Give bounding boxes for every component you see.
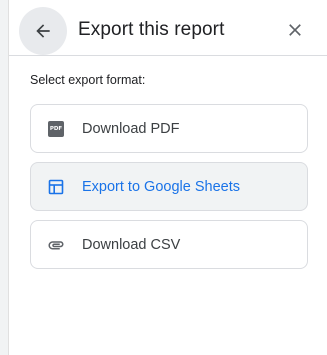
- pdf-file-icon: PDF: [47, 120, 65, 138]
- close-icon: [289, 24, 301, 36]
- panel-header: Export this report: [9, 0, 327, 56]
- paperclip-icon: [47, 236, 65, 254]
- export-panel: Export this report Select export format:…: [0, 0, 327, 355]
- back-button[interactable]: [19, 7, 67, 55]
- close-button[interactable]: [279, 14, 311, 46]
- export-format-label: Select export format:: [30, 73, 146, 87]
- left-rail-edge: [0, 0, 9, 355]
- panel-title: Export this report: [78, 19, 225, 40]
- export-google-sheets-option[interactable]: Export to Google Sheets: [30, 162, 308, 211]
- export-google-sheets-label: Export to Google Sheets: [82, 178, 240, 195]
- download-csv-option[interactable]: Download CSV: [30, 220, 308, 269]
- download-csv-label: Download CSV: [82, 236, 181, 253]
- sheets-table-icon: [47, 178, 65, 196]
- download-pdf-option[interactable]: PDF Download PDF: [30, 104, 308, 153]
- arrow-left-icon: [36, 24, 50, 38]
- download-pdf-label: Download PDF: [82, 120, 180, 137]
- pdf-badge-text: PDF: [48, 120, 64, 137]
